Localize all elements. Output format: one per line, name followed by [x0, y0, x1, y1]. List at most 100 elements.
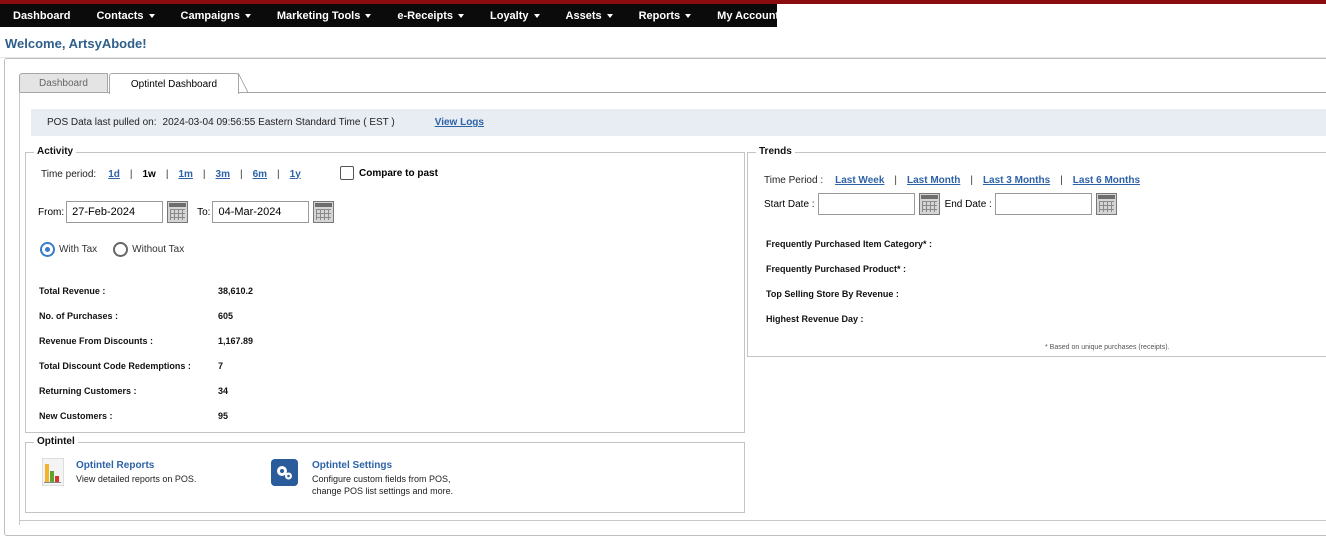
stat-label: No. of Purchases :	[39, 311, 119, 321]
period-6m-link[interactable]: 6m	[253, 169, 267, 180]
separator: |	[277, 168, 280, 180]
trends-time-period: Time Period : Last Week | Last Month | L…	[764, 173, 1140, 187]
content-frame-left	[19, 92, 20, 525]
nav-loyalty[interactable]: Loyalty	[477, 4, 553, 27]
from-date-value: 27-Feb-2024	[72, 206, 136, 218]
nav-label: Campaigns	[180, 9, 240, 22]
period-1y-link[interactable]: 1y	[290, 169, 301, 180]
nav-label: Contacts	[96, 9, 144, 22]
nav-assets[interactable]: Assets	[553, 4, 626, 27]
caret-down-icon	[685, 13, 692, 18]
stat-label: Total Revenue :	[39, 286, 106, 296]
nav-dashboard[interactable]: Dashboard	[0, 4, 83, 27]
compare-label: Compare to past	[359, 167, 438, 179]
view-logs-link[interactable]: View Logs	[435, 117, 484, 128]
period-3m-link[interactable]: 3m	[216, 169, 230, 180]
calendar-icon[interactable]	[918, 193, 940, 215]
period-1w-current: 1w	[142, 168, 156, 180]
welcome-heading: Welcome, ArtsyAbode!	[5, 36, 147, 51]
stat-value: 1,167.89	[218, 336, 254, 346]
start-date-input[interactable]	[817, 193, 915, 215]
separator: |	[129, 168, 133, 180]
tab-dashboard[interactable]: Dashboard	[19, 73, 108, 93]
calendar-icon[interactable]	[313, 201, 335, 223]
separator: |	[202, 168, 206, 180]
trends-date-row: Start Date : End Date :	[764, 193, 1117, 215]
caret-down-icon	[784, 13, 791, 18]
nav-marketing-tools[interactable]: Marketing Tools	[264, 4, 385, 27]
stat-value: 605	[218, 311, 234, 321]
optintel-settings-desc-2: change POS list settings and more.	[312, 486, 454, 496]
nav-label: e-Receipts	[397, 9, 453, 22]
tab-edge	[238, 73, 248, 93]
nav-campaigns[interactable]: Campaigns	[168, 4, 264, 27]
from-date-input[interactable]: 27-Feb-2024	[66, 201, 164, 223]
activity-time-period: Time period: 1d | 1w | 1m | 3m | 6m | 1y	[41, 167, 301, 181]
pos-status-bar: POS Data last pulled on: 2024-03-04 09:5…	[31, 109, 1326, 136]
from-label: From:	[38, 206, 65, 218]
stat-value: 34	[218, 386, 229, 396]
time-period-label: Time period:	[41, 168, 97, 180]
caret-down-icon	[533, 13, 540, 18]
activity-legend: Activity	[34, 146, 77, 157]
trends-footnote: * Based on unique purchases (receipts).	[1045, 344, 1170, 351]
trend-question: Frequently Purchased Product* :	[766, 264, 907, 274]
separator: |	[1060, 174, 1063, 186]
end-date-label: End Date :	[944, 198, 992, 210]
last-6-months-link[interactable]: Last 6 Months	[1073, 175, 1140, 186]
without-tax-radio[interactable]	[113, 241, 129, 257]
time-period-label: Time Period :	[764, 174, 824, 186]
optintel-reports-desc: View detailed reports on POS.	[76, 474, 197, 484]
caret-down-icon	[365, 13, 372, 18]
optintel-settings-link[interactable]: Optintel Settings	[312, 460, 392, 471]
last-week-link[interactable]: Last Week	[835, 175, 884, 186]
end-date-input[interactable]	[994, 193, 1092, 215]
calendar-icon[interactable]	[1095, 193, 1117, 215]
period-1m-link[interactable]: 1m	[178, 169, 192, 180]
gear-icon[interactable]	[271, 459, 298, 486]
stat-value: 95	[218, 411, 229, 421]
last-month-link[interactable]: Last Month	[907, 175, 960, 186]
optintel-legend: Optintel	[34, 436, 78, 447]
content-frame-bottom	[19, 520, 1326, 521]
separator: |	[970, 174, 973, 186]
main-nav: Dashboard Contacts Campaigns Marketing T…	[0, 4, 791, 27]
tab-label: Optintel Dashboard	[130, 78, 218, 90]
optintel-settings-desc-1: Configure custom fields from POS,	[312, 474, 451, 484]
caret-down-icon	[606, 13, 613, 18]
stat-label: Returning Customers :	[39, 386, 137, 396]
tax-options: With Tax Without Tax	[40, 241, 184, 257]
without-tax-label: Without Tax	[132, 243, 185, 255]
date-range-row: From: 27-Feb-2024 To: 04-Mar-2024	[38, 201, 335, 223]
compare-checkbox[interactable]	[340, 166, 354, 180]
stat-label: New Customers :	[39, 411, 113, 421]
pos-label: POS Data last pulled on:	[47, 117, 157, 128]
nav-label: Reports	[638, 9, 681, 22]
period-1d-link[interactable]: 1d	[108, 169, 120, 180]
nav-reports[interactable]: Reports	[626, 4, 705, 27]
caret-down-icon	[244, 13, 251, 18]
optintel-reports-link[interactable]: Optintel Reports	[76, 460, 154, 471]
compare-row: Compare to past	[340, 165, 438, 181]
trends-legend: Trends	[756, 146, 795, 157]
bar-chart-icon[interactable]	[42, 458, 64, 486]
trend-question: Frequently Purchased Item Category* :	[766, 239, 933, 249]
last-3-months-link[interactable]: Last 3 Months	[983, 175, 1050, 186]
separator: |	[165, 168, 169, 180]
calendar-icon[interactable]	[167, 201, 189, 223]
nav-my-account[interactable]: My Account	[704, 4, 803, 27]
to-date-input[interactable]: 04-Mar-2024	[212, 201, 310, 223]
to-date-value: 04-Mar-2024	[218, 206, 282, 218]
tab-optintel-dashboard[interactable]: Optintel Dashboard	[109, 73, 239, 94]
nav-label: Marketing Tools	[276, 9, 361, 22]
with-tax-label: With Tax	[59, 243, 98, 255]
nav-label: My Account	[717, 9, 780, 22]
trend-question: Top Selling Store By Revenue :	[766, 289, 899, 299]
nav-e-receipts[interactable]: e-Receipts	[384, 4, 477, 27]
separator: |	[239, 168, 243, 180]
with-tax-radio[interactable]	[40, 241, 55, 257]
nav-label: Loyalty	[490, 9, 529, 22]
stat-value: 38,610.2	[218, 286, 254, 296]
nav-contacts[interactable]: Contacts	[83, 4, 167, 27]
separator: |	[894, 174, 897, 186]
